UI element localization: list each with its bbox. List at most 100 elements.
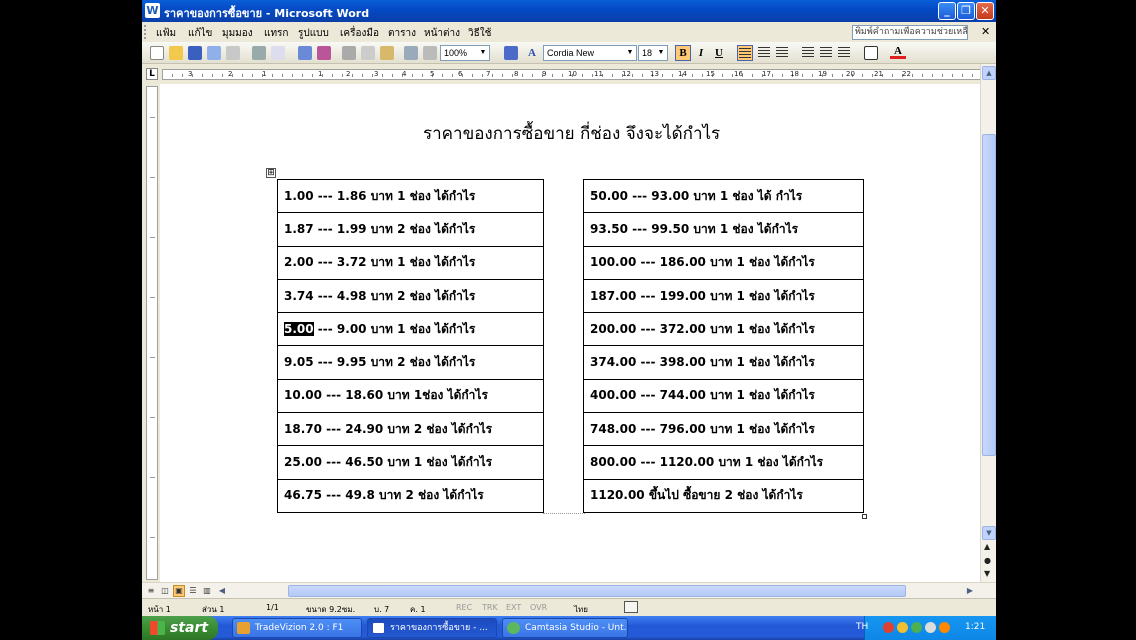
vertical-scrollbar[interactable]: ▲ ▼ ▲ ● ▼ [980,64,996,582]
tab-selector[interactable]: L [146,68,158,80]
indent-icon[interactable] [838,47,850,58]
menu-grip[interactable] [144,25,147,39]
menu-edit[interactable]: แก้ไข [188,26,212,41]
copy-icon[interactable] [361,46,375,60]
chevron-down-icon[interactable]: ▼ [656,47,666,59]
vertical-ruler[interactable] [146,86,158,580]
menu-tools[interactable]: เครื่องมือ [340,26,379,41]
paste-icon[interactable] [380,46,394,60]
status-ovr[interactable]: OVR [530,603,547,612]
table-cell[interactable]: 46.75 --- 49.8 บาท 2 ช่อง ได้กำไร [277,478,544,513]
table-cell[interactable]: 3.74 --- 4.98 บาท 2 ช่อง ได้กำไร [277,278,544,314]
table-cell[interactable]: 1.87 --- 1.99 บาท 2 ช่อง ได้กำไร [277,212,544,247]
table-cell[interactable]: 748.00 --- 796.00 บาท 1 ช่อง ได้กำไร [583,412,864,447]
scroll-left-icon[interactable]: ◀ [216,585,228,597]
right-price-table[interactable]: 50.00 --- 93.00 บาท 1 ช่อง ได้ กำไร 93.5… [583,178,864,513]
spelling-status-icon[interactable] [624,601,638,613]
help-icon[interactable] [504,46,518,60]
table-cell[interactable]: 200.00 --- 372.00 บาท 1 ช่อง ได้กำไร [583,312,864,347]
table-cell[interactable]: 25.00 --- 46.50 บาท 1 ช่อง ได้กำไร [277,445,544,480]
selected-text[interactable]: 5.00 [284,321,314,336]
table-cell[interactable]: 100.00 --- 186.00 บาท 1 ช่อง ได้กำไร [583,245,864,280]
table-cell[interactable]: 187.00 --- 199.00 บาท 1 ช่อง ได้กำไร [583,278,864,314]
tray-shield-icon[interactable] [897,622,908,633]
document-heading[interactable]: ราคาของการซื้อขาย กี่ช่อง จึงจะได้กำไร [423,120,720,147]
scroll-right-icon[interactable]: ▶ [964,585,976,597]
spelling-icon[interactable] [298,46,312,60]
scroll-up-icon[interactable]: ▲ [982,66,996,80]
normal-view-icon[interactable]: ≡ [145,585,157,597]
table-resize-handle[interactable] [862,514,867,519]
start-button[interactable]: start [142,616,218,640]
title-bar[interactable]: W ราคาของการซื้อขาย - Microsoft Word _ ❐… [142,0,996,22]
cut-icon[interactable] [342,46,356,60]
italic-button[interactable]: I [693,45,709,61]
status-trk[interactable]: TRK [482,603,498,612]
horizontal-scrollbar[interactable]: ≡ ◫ ▣ ☰ ▥ ◀ ▶ [142,582,996,598]
table-cell[interactable]: 18.70 --- 24.90 บาท 2 ช่อง ได้กำไร [277,412,544,447]
zoom-select[interactable]: 100% ▼ [440,45,490,61]
tray-app-icon[interactable] [883,622,894,633]
web-layout-icon[interactable]: ◫ [159,585,171,597]
redo-icon[interactable] [423,46,437,60]
bullets-icon[interactable] [820,47,832,58]
tray-update-icon[interactable] [939,622,950,633]
previous-page-icon[interactable]: ▲ [984,542,990,551]
open-folder-icon[interactable] [169,46,183,60]
horizontal-scroll-thumb[interactable] [288,585,906,597]
tray-network-icon[interactable] [911,622,922,633]
minimize-button[interactable]: _ [938,2,956,20]
table-cell[interactable]: 800.00 --- 1120.00 บาท 1 ช่อง ได้กำไร [583,445,864,480]
print-icon[interactable] [252,46,266,60]
table-cell-selected[interactable]: 5.00 --- 9.00 บาท 1 ช่อง ได้กำไร [277,312,544,347]
menu-table[interactable]: ตาราง [388,26,416,41]
outline-view-icon[interactable]: ☰ [187,585,199,597]
vertical-scroll-thumb[interactable] [982,134,996,456]
table-cell[interactable]: 400.00 --- 744.00 บาท 1 ช่อง ได้กำไร [583,378,864,414]
table-cell[interactable]: 2.00 --- 3.72 บาท 1 ช่อง ได้กำไร [277,245,544,280]
research-icon[interactable] [317,46,331,60]
table-cell[interactable]: 50.00 --- 93.00 บาท 1 ช่อง ได้ กำไร [583,178,864,214]
numbering-icon[interactable] [802,47,814,58]
word-app-icon[interactable]: W [145,3,160,18]
table-cell[interactable]: 1120.00 ขึ้นไป ซื้อขาย 2 ช่อง ได้กำไร [583,478,864,513]
menu-file[interactable]: แฟ้ม [156,26,176,41]
menu-insert[interactable]: แทรก [264,26,288,41]
borders-icon[interactable] [864,46,878,60]
align-left-button[interactable] [737,45,753,61]
email-icon[interactable] [226,46,240,60]
chevron-down-icon[interactable]: ▼ [478,47,488,59]
menu-view[interactable]: มุมมอง [222,26,253,41]
menu-format[interactable]: รูปแบบ [298,26,329,41]
new-document-icon[interactable] [150,46,164,60]
table-cell[interactable]: 374.00 --- 398.00 บาท 1 ช่อง ได้กำไร [583,345,864,380]
styles-icon[interactable]: A [524,45,540,61]
font-size-select[interactable]: 18 ▼ [638,45,668,61]
maximize-button[interactable]: ❐ [957,2,975,20]
reading-layout-icon[interactable]: ▥ [201,585,213,597]
table-cell[interactable]: 10.00 --- 18.60 บาท 1ช่อง ได้กำไร [277,378,544,414]
undo-icon[interactable] [404,46,418,60]
save-icon[interactable] [188,46,202,60]
task-camtasia[interactable]: Camtasia Studio - Unt... [502,618,628,638]
chevron-down-icon[interactable]: ▼ [625,47,635,59]
print-preview-icon[interactable] [271,46,285,60]
document-page[interactable]: ราคาของการซื้อขาย กี่ช่อง จึงจะได้กำไร ⊞… [160,84,980,582]
permission-icon[interactable] [207,46,221,60]
select-browse-object-icon[interactable]: ● [984,556,991,565]
print-layout-icon[interactable]: ▣ [173,585,185,597]
document-close-icon[interactable]: ✕ [981,25,990,38]
font-select[interactable]: Cordia New ▼ [543,45,637,61]
table-cell[interactable]: 1.00 --- 1.86 บาท 1 ช่อง ได้กำไร [277,178,544,214]
table-move-handle-icon[interactable]: ⊞ [266,168,276,178]
menu-window[interactable]: หน้าต่าง [424,26,460,41]
clock[interactable]: 1:21 [965,622,985,632]
tray-volume-icon[interactable] [925,622,936,633]
document-area[interactable]: ราคาของการซื้อขาย กี่ช่อง จึงจะได้กำไร ⊞… [160,84,980,582]
language-indicator[interactable]: TH [856,622,868,632]
task-word-document[interactable]: ราคาของการซื้อขาย - ... [367,618,497,638]
bold-button[interactable]: B [675,45,691,61]
status-ext[interactable]: EXT [506,603,521,612]
menu-help[interactable]: วิธีใช้ [468,26,491,41]
table-cell[interactable]: 93.50 --- 99.50 บาท 1 ช่อง ได้กำไร [583,212,864,247]
